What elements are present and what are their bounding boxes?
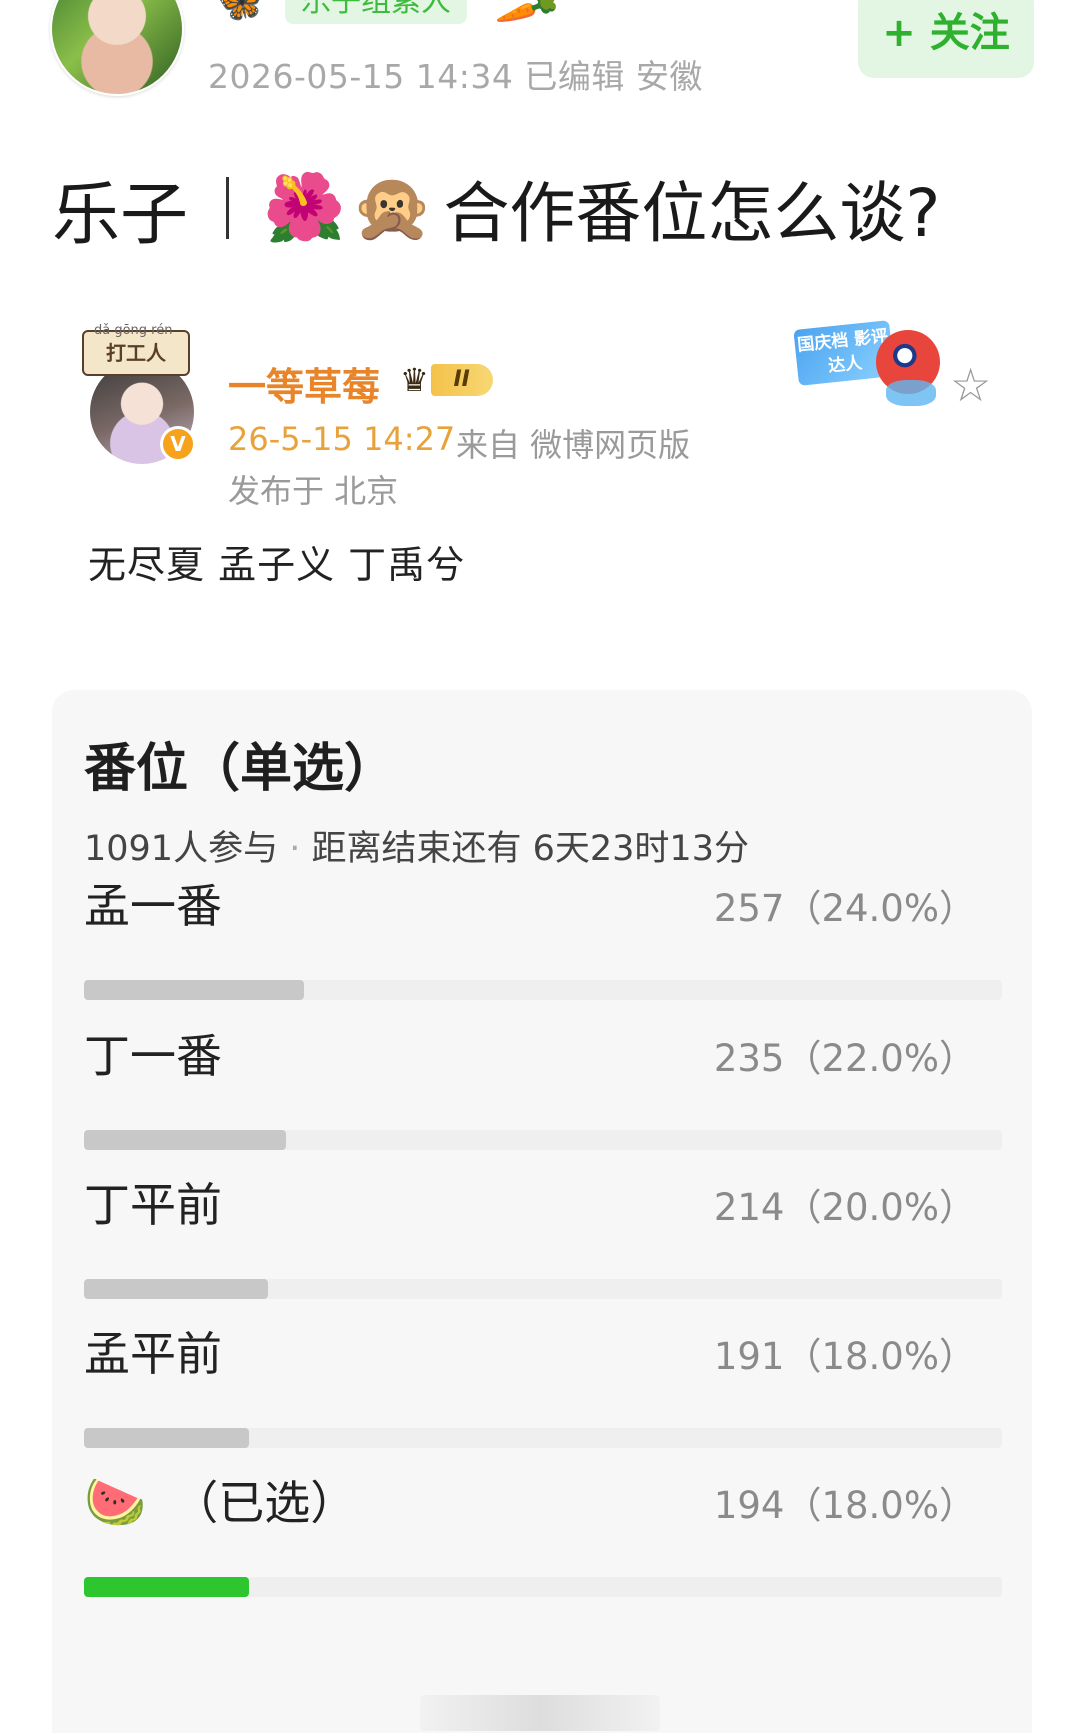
repost-location: 发布于 北京 [228,472,399,510]
crown-icon: ♛ [400,361,429,399]
option-bar [84,1279,268,1299]
see-no-evil-monkey-icon: 🙊 [351,169,434,246]
option-bar [84,1428,249,1448]
option-track [84,1130,1002,1150]
crown-badge-icon: ♛ II [400,360,504,400]
level-badge: II [430,364,493,396]
option-label: 孟一番 [84,879,222,933]
option-votes: 235（22.0%） [713,1037,976,1080]
poll-title: 番位（单选） [84,739,397,799]
option-track [84,1428,1002,1448]
option-track [84,1279,1002,1299]
option-label: 孟平前 [84,1327,222,1381]
poll-option[interactable]: 丁一番 235（22.0%） [84,1020,1002,1150]
option-bar [84,1577,249,1597]
option-label: 丁平前 [84,1178,222,1232]
post-meta: 2026-05-15 14:34 已编辑 安徽 [208,57,703,96]
option-label: 🍉 （已选） [84,1467,356,1533]
repost-username[interactable]: 一等草莓 [228,356,380,411]
mascot-icon [876,330,940,406]
watermelon-icon: 🍉 [84,1473,147,1531]
carrot-icon: 🥕 [492,0,565,45]
verified-icon: V [160,426,196,462]
option-votes: 214（20.0%） [713,1186,976,1229]
option-votes: 191（18.0%） [713,1335,976,1378]
butterfly-icon: 🦋 [215,0,265,25]
poll-option[interactable]: 丁平前 214（20.0%） [84,1169,1002,1299]
poll-option-selected[interactable]: 🍉 （已选） 194（18.0%） [84,1467,1002,1597]
poll-participants: 1091人参与 [84,829,279,869]
title-prefix: 乐子 [52,175,189,255]
blurred-watermark [420,1695,660,1731]
follow-button[interactable]: + 关注 [858,0,1034,78]
poll-meta: 1091人参与 · 距离结束还有 6天23时13分 [84,820,749,871]
option-votes: 194（18.0%） [713,1484,976,1527]
poll-separator: · [289,829,301,869]
star-icon[interactable]: ☆ [950,362,991,408]
option-bar [84,1130,286,1150]
option-votes: 257（24.0%） [713,887,976,930]
option-bar [84,980,304,1000]
worker-badge: dǎ gōng rén 打工人 [82,323,190,376]
poll-option[interactable]: 孟平前 191（18.0%） [84,1318,1002,1448]
title-text: 合作番位怎么谈? [443,175,941,252]
hibiscus-icon: 🌺 [263,169,346,246]
option-label: 丁一番 [84,1029,222,1083]
option-track [84,980,1002,1000]
repost-text: 无尽夏 孟子义 丁禹兮 [88,543,466,587]
repost-source: 来自 微博网页版 [456,426,691,464]
poll-option[interactable]: 孟一番 257（24.0%） [84,870,1002,1000]
repost-time: 26-5-15 14:27 [228,420,456,458]
author-avatar[interactable] [50,0,184,96]
option-track [84,1577,1002,1597]
poll-remaining: 距离结束还有 6天23时13分 [311,829,749,869]
group-tag[interactable]: 乐子组素人 [285,0,467,24]
title-divider [226,177,230,239]
poll-card: 番位（单选） 1091人参与 · 距离结束还有 6天23时13分 孟一番 257… [52,690,1032,1733]
worker-badge-pinyin: dǎ gōng rén [94,323,173,338]
option-label-text: （已选） [172,1476,357,1530]
post-title: 乐子 🌺 🙊 合作番位怎么谈? [52,168,940,255]
